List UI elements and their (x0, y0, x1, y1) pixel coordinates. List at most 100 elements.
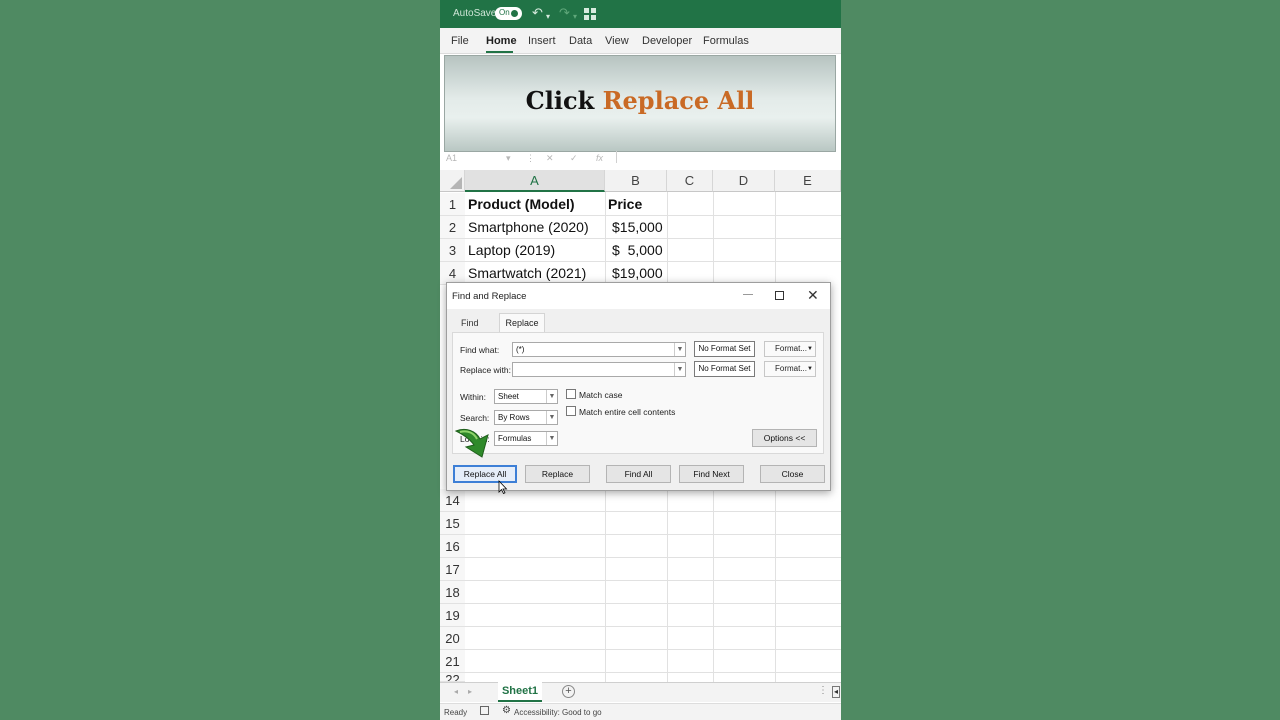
row-header-20[interactable]: 20 (440, 627, 465, 650)
cell-a1[interactable]: Product (Model) (468, 193, 575, 216)
tab-replace[interactable]: Replace (499, 313, 545, 332)
search-value: By Rows (498, 413, 530, 422)
chevron-down-icon[interactable]: ▼ (807, 342, 813, 356)
row-header-19[interactable]: 19 (440, 604, 465, 627)
search-label: Search: (460, 413, 490, 423)
row-header-14[interactable]: 14 (440, 489, 465, 512)
dialog-title-bar[interactable]: Find and Replace ✕ (447, 283, 830, 309)
chevron-down-icon[interactable]: ▼ (674, 363, 685, 376)
find-replace-dialog: Find and Replace ✕ Find Replace Find wha… (446, 282, 831, 491)
match-entire-label[interactable]: Match entire cell contents (579, 407, 675, 417)
redo-icon[interactable]: ↷ (559, 5, 570, 21)
row-header-15[interactable]: 15 (440, 512, 465, 535)
options-button[interactable]: Options << (752, 429, 817, 447)
chevron-down-icon[interactable]: ▼ (546, 411, 557, 424)
banner-word-action: Replace All (602, 86, 755, 115)
grid-line (465, 603, 841, 604)
maximize-icon[interactable] (775, 291, 784, 300)
column-header-c[interactable]: C (667, 170, 713, 192)
row-header-18[interactable]: 18 (440, 581, 465, 604)
row-header-22[interactable]: 22 (440, 673, 465, 682)
accessibility-status[interactable]: Accessibility: Good to go (514, 708, 602, 717)
close-icon[interactable]: ✕ (807, 287, 819, 304)
menu-home[interactable]: Home (486, 35, 517, 47)
column-header-d[interactable]: D (713, 170, 775, 192)
fx-icon[interactable]: fx (596, 153, 603, 163)
undo-dropdown-icon[interactable]: ▾ (546, 9, 550, 25)
row-header-3[interactable]: 3 (440, 239, 465, 262)
menu-view[interactable]: View (605, 35, 629, 47)
replace-format-button[interactable]: Format... ▼ (764, 361, 816, 377)
sheet-tab-sheet1[interactable]: Sheet1 (498, 682, 542, 702)
chevron-down-icon[interactable]: ▼ (546, 432, 557, 445)
tab-find[interactable]: Find (461, 318, 479, 328)
green-pointer-arrow-icon (454, 428, 489, 458)
find-format-preview: No Format Set (694, 341, 755, 357)
banner-caption: Click Replace All (445, 86, 835, 115)
row-header-17[interactable]: 17 (440, 558, 465, 581)
formula-bar: A1 ▾ ⋮ ✕ ✓ fx (440, 151, 841, 167)
cell-b3[interactable]: $ 5,000 (612, 239, 663, 262)
match-entire-checkbox[interactable] (566, 406, 576, 416)
redo-dropdown-icon[interactable]: ▾ (573, 9, 577, 25)
menu-insert[interactable]: Insert (528, 35, 556, 47)
dialog-title: Find and Replace (452, 291, 527, 302)
grid-line (465, 672, 841, 673)
select-all-corner[interactable] (440, 170, 465, 192)
column-header-a[interactable]: A (465, 170, 605, 192)
row-header-1[interactable]: 1 (440, 193, 465, 216)
customize-icon[interactable] (584, 8, 596, 20)
macro-record-icon[interactable] (480, 706, 489, 715)
enter-icon[interactable]: ✓ (570, 153, 578, 164)
menu-data[interactable]: Data (569, 35, 592, 47)
match-case-checkbox[interactable] (566, 389, 576, 399)
within-select[interactable]: Sheet ▼ (494, 389, 558, 404)
find-format-button[interactable]: Format... ▼ (764, 341, 816, 357)
grid-line (465, 649, 841, 650)
tab-scroll-right-small-icon[interactable]: ▸ (468, 687, 472, 696)
row-header-16[interactable]: 16 (440, 535, 465, 558)
chevron-down-icon[interactable]: ▼ (807, 362, 813, 376)
tab-splitter-icon[interactable]: ⋮ (818, 685, 828, 696)
cell-a3[interactable]: Laptop (2019) (468, 239, 555, 262)
row-header-21[interactable]: 21 (440, 650, 465, 673)
search-select[interactable]: By Rows ▼ (494, 410, 558, 425)
name-box[interactable]: A1 (446, 153, 457, 163)
mouse-cursor-icon (498, 480, 508, 494)
minimize-icon[interactable] (743, 294, 753, 295)
column-header-b[interactable]: B (605, 170, 667, 192)
horizontal-scroll-icon[interactable]: ◂ (832, 686, 840, 698)
accessibility-icon[interactable]: ⚙ (502, 705, 511, 716)
undo-icon[interactable]: ↶ (532, 5, 543, 21)
match-case-label[interactable]: Match case (579, 390, 622, 400)
menu-developer[interactable]: Developer (642, 35, 692, 47)
find-next-button[interactable]: Find Next (679, 465, 744, 483)
close-button[interactable]: Close (760, 465, 825, 483)
cell-b1[interactable]: Price (608, 193, 642, 216)
replace-button[interactable]: Replace (525, 465, 590, 483)
banner-word-click: Click (525, 86, 595, 115)
find-all-button[interactable]: Find All (606, 465, 671, 483)
find-what-value: (*) (516, 345, 525, 354)
cancel-icon[interactable]: ✕ (546, 153, 554, 164)
find-format-label: Format... (775, 344, 808, 353)
cell-a2[interactable]: Smartphone (2020) (468, 216, 589, 239)
find-what-input[interactable]: (*) ▼ (512, 342, 686, 357)
tab-scroll-left-icon[interactable]: ◂ (454, 687, 458, 696)
replace-with-input[interactable]: ▼ (512, 362, 686, 377)
look-in-select[interactable]: Formulas ▼ (494, 431, 558, 446)
name-box-dropdown-icon[interactable]: ▾ (506, 153, 511, 164)
grid-line (465, 511, 841, 512)
menu-formulas[interactable]: Formulas (703, 35, 749, 47)
menu-file[interactable]: File (451, 35, 469, 47)
chevron-down-icon[interactable]: ▼ (674, 343, 685, 356)
select-all-icon (450, 177, 462, 189)
cell-b2[interactable]: $15,000 (612, 216, 663, 239)
chevron-down-icon[interactable]: ▼ (546, 390, 557, 403)
row-header-2[interactable]: 2 (440, 216, 465, 239)
column-header-e[interactable]: E (775, 170, 841, 192)
add-sheet-icon[interactable]: + (562, 685, 575, 698)
autosave-toggle[interactable]: On (495, 7, 522, 20)
autosave-label: AutoSave (453, 8, 497, 19)
grid-line (465, 534, 841, 535)
